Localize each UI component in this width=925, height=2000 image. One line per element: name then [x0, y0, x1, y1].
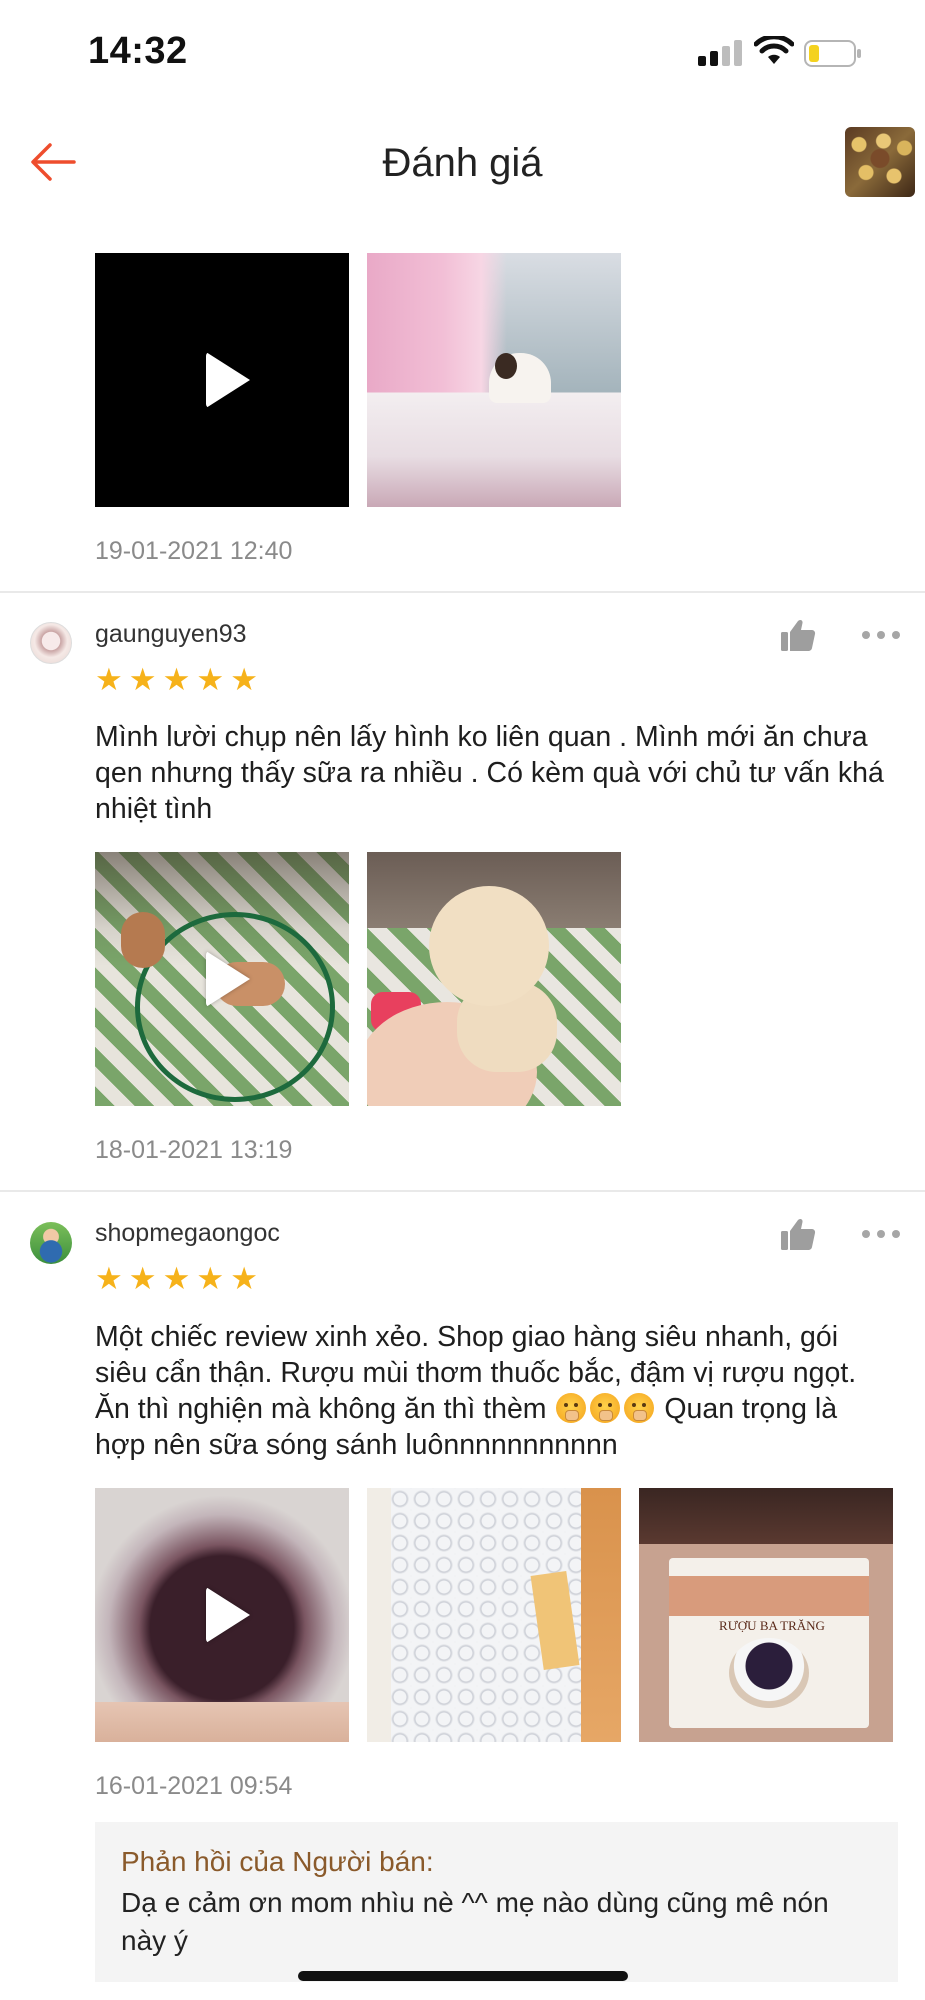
- review-media-row: RƯỢU BA TRĂNG: [95, 1488, 893, 1742]
- star-rating: ★ ★ ★ ★ ★: [95, 1264, 258, 1295]
- like-icon[interactable]: [780, 1217, 816, 1251]
- star-icon: ★: [196, 1261, 225, 1297]
- product-thumbnail[interactable]: [845, 127, 915, 197]
- shushing-face-emoji-icon: [624, 1393, 655, 1423]
- username: shopmegaongoc: [95, 1219, 280, 1247]
- bottle-label-text: RƯỢU BA TRĂNG: [719, 1618, 825, 1633]
- more-icon[interactable]: [862, 1230, 900, 1242]
- seller-reply: Phản hồi của Người bán: Dạ e cảm ơn mom …: [95, 1822, 898, 1982]
- play-icon: [206, 951, 250, 1007]
- review-date: 16-01-2021 09:54: [95, 1772, 293, 1800]
- status-time: 14:32: [88, 30, 188, 72]
- review-photo[interactable]: [367, 1488, 621, 1742]
- wifi-icon: [754, 36, 794, 64]
- seller-reply-text: Dạ e cảm ơn mom nhìu nè ^^ mẹ nào dùng c…: [121, 1887, 829, 1956]
- avatar[interactable]: [30, 622, 72, 664]
- page-title: Đánh giá: [382, 141, 543, 185]
- play-icon: [206, 1587, 250, 1643]
- signal-icon: [698, 40, 744, 66]
- header: Đánh giá: [0, 105, 925, 220]
- avatar[interactable]: [30, 1222, 72, 1264]
- more-icon[interactable]: [862, 631, 900, 643]
- play-icon: [206, 352, 250, 408]
- star-icon: ★: [230, 1261, 258, 1297]
- star-icon: ★: [128, 662, 157, 698]
- review-video-thumbnail[interactable]: [95, 1488, 349, 1742]
- review-text: Một chiếc review xinh xẻo. Shop giao hàn…: [95, 1319, 895, 1463]
- review-date: 19-01-2021 12:40: [95, 537, 293, 565]
- star-icon: ★: [162, 662, 191, 698]
- review-video-thumbnail[interactable]: [95, 253, 349, 507]
- shushing-face-emoji-icon: [590, 1393, 621, 1423]
- divider: [0, 591, 925, 593]
- star-icon: ★: [95, 662, 123, 698]
- shushing-face-emoji-icon: [556, 1393, 587, 1423]
- battery-icon: [804, 40, 861, 67]
- status-bar: 14:32: [0, 0, 925, 105]
- star-icon: ★: [162, 1261, 191, 1297]
- home-indicator[interactable]: [298, 1971, 628, 1981]
- star-rating: ★ ★ ★ ★ ★: [95, 665, 258, 696]
- review-photo[interactable]: RƯỢU BA TRĂNG: [639, 1488, 893, 1742]
- review-media-row: [95, 852, 621, 1106]
- star-icon: ★: [230, 662, 258, 698]
- review-date: 18-01-2021 13:19: [95, 1136, 293, 1164]
- review-video-thumbnail[interactable]: [95, 852, 349, 1106]
- username: gaunguyen93: [95, 620, 247, 648]
- review-photo[interactable]: [367, 253, 621, 507]
- like-icon[interactable]: [780, 618, 816, 652]
- review-media-row: [95, 253, 621, 507]
- divider: [0, 1190, 925, 1192]
- star-icon: ★: [196, 662, 225, 698]
- star-icon: ★: [128, 1261, 157, 1297]
- review-text: Mình lười chụp nên lấy hình ko liên quan…: [95, 721, 884, 825]
- seller-reply-title: Phản hồi của Người bán:: [121, 1846, 434, 1877]
- review-photo[interactable]: [367, 852, 621, 1106]
- star-icon: ★: [95, 1261, 123, 1297]
